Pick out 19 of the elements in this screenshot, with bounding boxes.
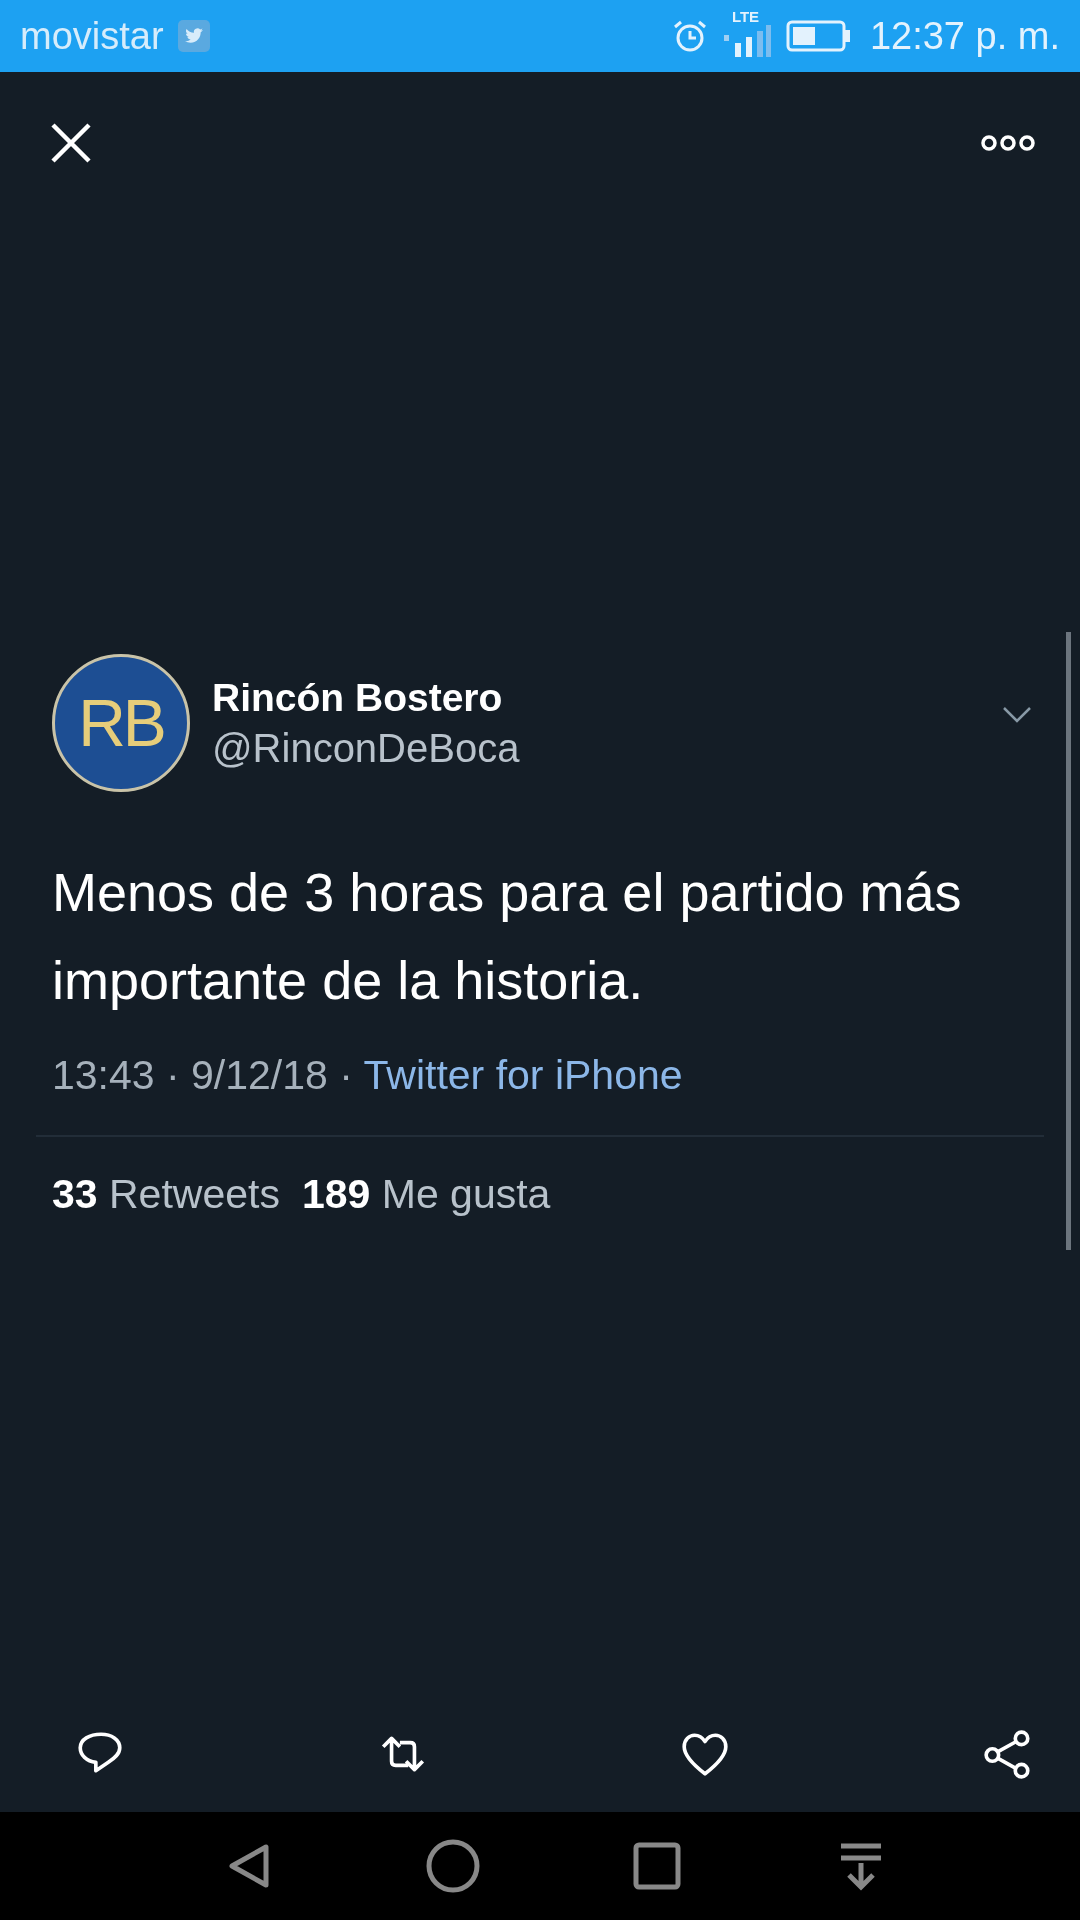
tweet-timestamp: 13:43 · 9/12/18 · Twitter for iPhone [52, 1052, 684, 1099]
home-icon[interactable] [426, 1839, 480, 1893]
bird-notification-icon [177, 20, 210, 52]
battery-icon [785, 20, 852, 52]
clock-time: 12:37 p. m. [869, 14, 1060, 58]
display-name[interactable]: Rincón Bostero [212, 675, 1002, 720]
user-handle[interactable]: @RinconDeBoca [212, 725, 1002, 771]
chevron-down-icon[interactable] [1002, 706, 1032, 724]
close-icon[interactable] [50, 122, 92, 164]
engagement-count[interactable]: 33 Retweets [52, 1171, 280, 1218]
source-link[interactable]: Twitter for iPhone [363, 1052, 683, 1098]
tweet-text: Menos de 3 horas para el partido más importante de la historia. [52, 861, 963, 1012]
carrier-name: movistar [20, 14, 164, 58]
network-type: LTE [731, 9, 760, 25]
engagement-count[interactable]: 189 Me gusta [301, 1171, 551, 1218]
avatar-logo[interactable]: RB [52, 654, 190, 792]
alarm-icon [671, 18, 708, 54]
signal-icon [721, 25, 772, 57]
more-options-icon[interactable] [980, 134, 1036, 152]
